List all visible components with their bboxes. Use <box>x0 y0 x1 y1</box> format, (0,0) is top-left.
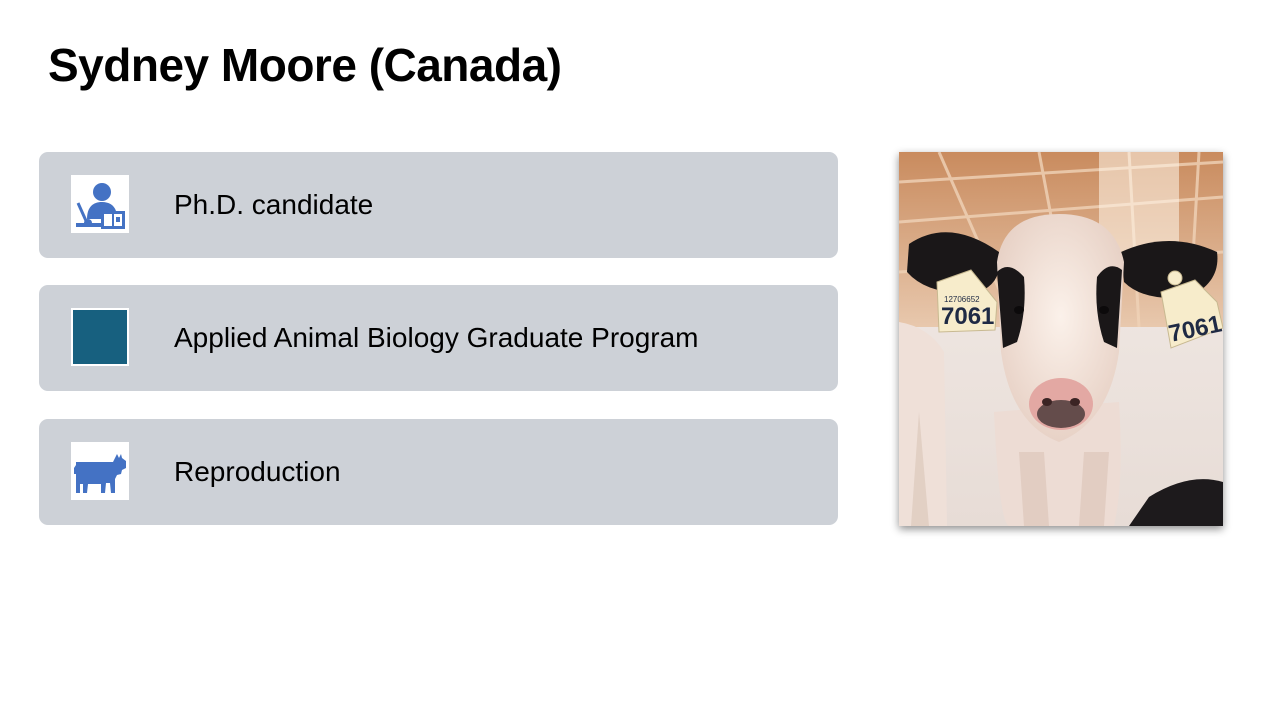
card-program: Applied Animal Biology Graduate Program <box>39 285 838 391</box>
card-label-phd: Ph.D. candidate <box>174 189 374 220</box>
teacher-icon <box>71 175 129 233</box>
left-ear-tag-number: 7061 <box>941 303 994 330</box>
calf-photo: 7061 12706652 7061 <box>899 152 1223 526</box>
card-label-program: Applied Animal Biology Graduate Program <box>174 322 699 353</box>
left-ear-tag-serial: 12706652 <box>944 295 980 304</box>
card-reproduction: Reproduction <box>39 419 838 525</box>
slide: Sydney Moore (Canada) Ph.D. candidate Ap… <box>0 0 1280 720</box>
cow-icon <box>71 442 129 500</box>
card-phd: Ph.D. candidate <box>39 152 838 258</box>
slide-title: Sydney Moore (Canada) <box>48 39 562 91</box>
card-label-reproduction: Reproduction <box>174 456 341 487</box>
program-square-icon <box>71 308 129 366</box>
